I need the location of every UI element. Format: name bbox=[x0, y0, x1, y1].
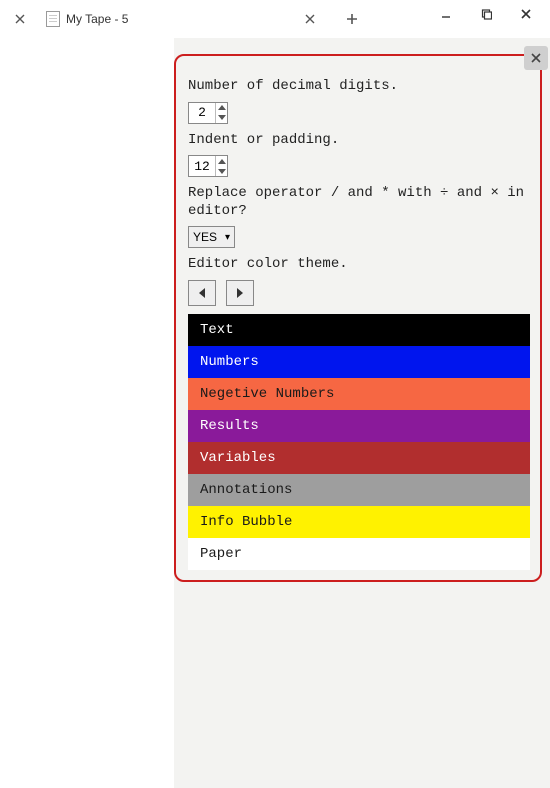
tab-close-left[interactable] bbox=[0, 0, 40, 38]
theme-prev-button[interactable] bbox=[188, 280, 216, 306]
replace-operator-label: Replace operator / and * with ÷ and × in… bbox=[188, 185, 530, 220]
decimal-up-button[interactable] bbox=[216, 103, 227, 113]
chevron-down-icon: ▾ bbox=[225, 232, 230, 243]
theme-row[interactable]: Text bbox=[188, 314, 530, 346]
tab-title: My Tape - 5 bbox=[66, 12, 128, 26]
left-pane bbox=[0, 38, 174, 788]
window-controls bbox=[426, 0, 546, 30]
replace-operator-value: YES bbox=[193, 230, 217, 244]
decimal-down-button[interactable] bbox=[216, 113, 227, 123]
close-window-button[interactable] bbox=[506, 0, 546, 28]
indent-spinner[interactable] bbox=[188, 155, 228, 177]
minimize-button[interactable] bbox=[426, 0, 466, 28]
settings-panel: Number of decimal digits. Indent or padd… bbox=[174, 54, 542, 582]
indent-input[interactable] bbox=[189, 156, 215, 176]
decimal-digits-spinner[interactable] bbox=[188, 102, 228, 124]
right-pane: Number of decimal digits. Indent or padd… bbox=[174, 38, 550, 788]
indent-down-button[interactable] bbox=[216, 166, 227, 176]
decimal-digits-input[interactable] bbox=[189, 103, 215, 123]
theme-row[interactable]: Paper bbox=[188, 538, 530, 570]
new-tab-button[interactable] bbox=[338, 0, 366, 38]
titlebar: My Tape - 5 bbox=[0, 0, 550, 38]
theme-row[interactable]: Results bbox=[188, 410, 530, 442]
theme-row[interactable]: Annotations bbox=[188, 474, 530, 506]
theme-next-button[interactable] bbox=[226, 280, 254, 306]
theme-list: TextNumbersNegetive NumbersResultsVariab… bbox=[188, 314, 530, 570]
theme-row[interactable]: Numbers bbox=[188, 346, 530, 378]
decimal-digits-label: Number of decimal digits. bbox=[188, 78, 530, 96]
document-icon bbox=[46, 11, 60, 27]
theme-row[interactable]: Variables bbox=[188, 442, 530, 474]
tab[interactable]: My Tape - 5 bbox=[40, 0, 134, 38]
theme-row[interactable]: Info Bubble bbox=[188, 506, 530, 538]
tab-close-button[interactable] bbox=[296, 0, 324, 38]
indent-label: Indent or padding. bbox=[188, 132, 530, 150]
maximize-button[interactable] bbox=[466, 0, 506, 28]
theme-row[interactable]: Negetive Numbers bbox=[188, 378, 530, 410]
theme-label: Editor color theme. bbox=[188, 256, 530, 274]
indent-up-button[interactable] bbox=[216, 156, 227, 166]
replace-operator-select[interactable]: YES ▾ bbox=[188, 226, 235, 248]
close-panel-button[interactable] bbox=[524, 46, 548, 70]
